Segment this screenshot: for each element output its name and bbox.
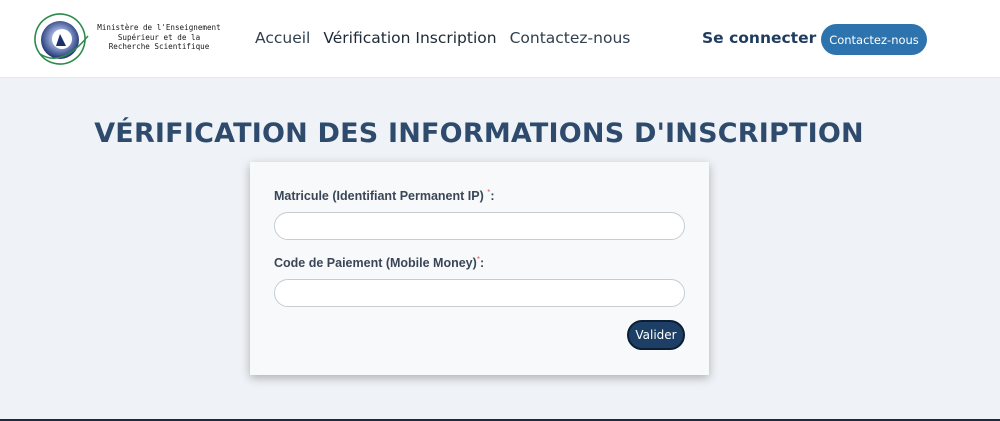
- ministry-name-line-1: Ministère de l'Enseignement: [97, 23, 221, 32]
- nav-item-verification-inscription[interactable]: Vérification Inscription: [323, 29, 496, 47]
- login-link[interactable]: Se connecter: [702, 29, 816, 47]
- label-colon: :: [479, 256, 485, 271]
- ministry-name: Ministère de l'Enseignement Supérieur et…: [86, 23, 232, 52]
- payment-code-label: Code de Paiement (Mobile Money)*:: [274, 255, 484, 270]
- ministry-name-line-2: Supérieur et de la: [117, 32, 201, 42]
- submit-button[interactable]: Valider: [627, 320, 685, 350]
- payment-code-input[interactable]: [274, 279, 685, 307]
- matricule-label-text: Matricule (Identifiant Permanent IP): [274, 189, 488, 204]
- label-colon: :: [490, 189, 495, 204]
- nav-item-contactez-nous[interactable]: Contactez-nous: [510, 29, 631, 47]
- contact-button[interactable]: Contactez-nous: [821, 24, 927, 55]
- main-nav: Accueil Vérification Inscription Contact…: [255, 29, 630, 47]
- payment-code-label-text: Code de Paiement (Mobile Money): [274, 256, 477, 271]
- header: Ministère de l'Enseignement Supérieur et…: [0, 0, 1000, 78]
- nav-item-accueil[interactable]: Accueil: [255, 29, 310, 47]
- ministry-name-line-3: Recherche Scientifique: [108, 42, 210, 52]
- page-title: VÉRIFICATION DES INFORMATIONS D'INSCRIPT…: [94, 118, 864, 149]
- verification-form: Matricule (Identifiant Permanent IP) *: …: [250, 162, 709, 375]
- matricule-label: Matricule (Identifiant Permanent IP) *:: [274, 188, 495, 203]
- matricule-input[interactable]: [274, 212, 685, 240]
